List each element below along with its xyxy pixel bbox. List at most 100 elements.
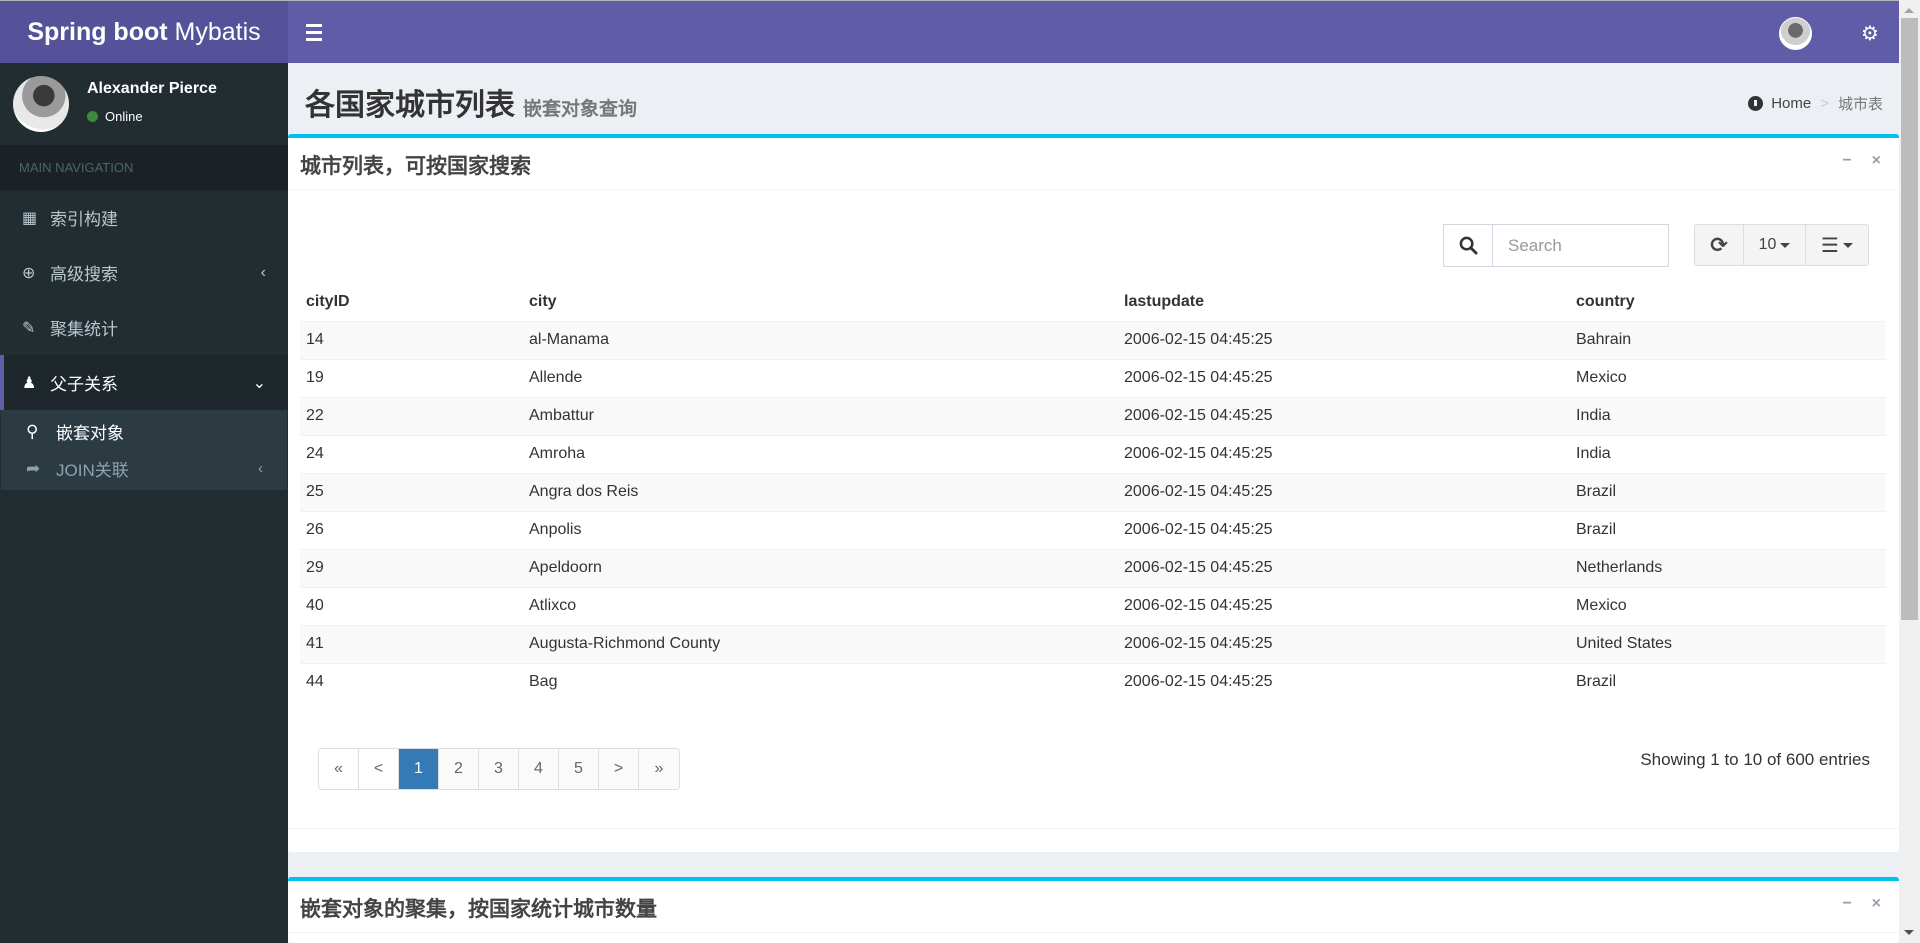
app-logo[interactable]: Spring boot Mybatis — [0, 1, 288, 63]
columns-dropdown[interactable]: ☰ — [1806, 225, 1868, 265]
table-row[interactable]: 29 Apeldoorn 2006-02-15 04:45:25 Netherland… — [300, 548, 1886, 587]
sidebar-item-advanced-search[interactable]: ⊕ 高级搜索 ‹ — [0, 245, 288, 300]
table-row[interactable]: 24 Amroha 2006-02-15 04:45:25 India — [300, 434, 1886, 473]
page-prev-button[interactable]: < — [359, 749, 399, 789]
refresh-button[interactable]: ⟳ — [1695, 225, 1744, 265]
sidebar-toggle-button[interactable] — [288, 1, 340, 63]
table-row[interactable]: 26 Anpolis 2006-02-15 04:45:25 Brazil — [300, 510, 1886, 549]
gears-icon[interactable]: ⚙ — [1855, 19, 1885, 47]
search-input[interactable] — [1493, 225, 1668, 266]
cell-lastupdate: 2006-02-15 04:45:25 — [1118, 510, 1570, 549]
breadcrumb-home-link[interactable]: Home — [1771, 95, 1811, 112]
cell-cityid: 22 — [300, 396, 523, 435]
column-header-city[interactable]: city — [523, 283, 1118, 322]
cell-lastupdate: 2006-02-15 04:45:25 — [1118, 434, 1570, 473]
table-row[interactable]: 44 Bag 2006-02-15 04:45:25 Brazil — [300, 662, 1886, 701]
sidebar-item-label: 高级搜索 — [50, 265, 118, 284]
column-header-lastupdate[interactable]: lastupdate — [1118, 283, 1570, 322]
search-group — [1443, 224, 1669, 267]
scroll-down-arrow-icon[interactable] — [1904, 930, 1914, 935]
main-header: Spring boot Mybatis ⚙ — [0, 0, 1899, 63]
table-row[interactable]: 41 Augusta-Richmond County 2006-02-15 04:4… — [300, 624, 1886, 663]
search-icon — [1459, 236, 1478, 255]
user-menu-avatar[interactable] — [1779, 17, 1812, 50]
table-row[interactable]: 40 Atlixco 2006-02-15 04:45:25 Mexico — [300, 586, 1886, 625]
page-size-value: 10 — [1758, 236, 1777, 253]
close-icon[interactable]: × — [1872, 152, 1881, 170]
users-icon: ♟ — [22, 374, 37, 392]
sidebar-item-label: 聚集统计 — [50, 320, 118, 339]
sidebar-subitem-join[interactable]: ➦ JOIN关联 ‹ — [1, 450, 287, 487]
table-row[interactable]: 25 Angra dos Reis 2006-02-15 04:45:25 Brazi… — [300, 472, 1886, 511]
page-first-button[interactable]: « — [319, 749, 359, 789]
page-button-1[interactable]: 1 — [399, 749, 439, 789]
cell-country: Mexico — [1570, 586, 1886, 625]
search-icon: ⚲ — [26, 421, 39, 441]
cell-lastupdate: 2006-02-15 04:45:25 — [1118, 358, 1570, 397]
table-body: 14 al-Manama 2006-02-15 04:45:25 Bahrain 19 A… — [300, 320, 1886, 701]
table-row[interactable]: 19 Allende 2006-02-15 04:45:25 Mexico — [300, 358, 1886, 397]
box-title: 城市列表，可按国家搜索 — [300, 155, 531, 178]
user-status[interactable]: Online — [87, 109, 143, 124]
cell-cityid: 40 — [300, 586, 523, 625]
scroll-thumb[interactable] — [1901, 18, 1918, 620]
dashboard-icon — [1748, 96, 1764, 111]
cell-cityid: 41 — [300, 624, 523, 663]
page-button-5[interactable]: 5 — [559, 749, 599, 789]
cell-country: Netherlands — [1570, 548, 1886, 587]
search-button[interactable] — [1444, 225, 1493, 266]
table-actions: ⟳ 10 ☰ — [1694, 224, 1869, 266]
column-header-cityid[interactable]: cityID — [300, 283, 523, 322]
breadcrumb-separator: > — [1820, 95, 1829, 112]
sidebar-item-aggregation[interactable]: ✎ 聚集统计 — [0, 300, 288, 355]
cell-cityid: 26 — [300, 510, 523, 549]
sidebar-section-label: MAIN NAVIGATION — [0, 145, 288, 190]
page-button-4[interactable]: 4 — [519, 749, 559, 789]
sidebar-subitem-label: JOIN关联 — [56, 461, 129, 480]
aggregation-box: 嵌套对象的聚集，按国家统计城市数量 − × — [288, 877, 1899, 943]
status-label: Online — [105, 109, 143, 124]
cell-country: Mexico — [1570, 358, 1886, 397]
cell-lastupdate: 2006-02-15 04:45:25 — [1118, 548, 1570, 587]
minimize-icon[interactable]: − — [1842, 152, 1851, 170]
minimize-icon[interactable]: − — [1842, 895, 1851, 913]
cell-country: Brazil — [1570, 510, 1886, 549]
sidebar-subitem-nested-object[interactable]: ⚲ 嵌套对象 — [1, 413, 287, 450]
table-row[interactable]: 22 Ambattur 2006-02-15 04:45:25 India — [300, 396, 1886, 435]
page-last-button[interactable]: » — [639, 749, 679, 789]
cell-cityid: 24 — [300, 434, 523, 473]
cell-lastupdate: 2006-02-15 04:45:25 — [1118, 662, 1570, 701]
page-scrollbar[interactable] — [1899, 0, 1920, 943]
cell-city: Anpolis — [523, 510, 1118, 549]
column-header-country[interactable]: country — [1570, 283, 1886, 322]
city-list-box: 城市列表，可按国家搜索 − × ⟳ 10 ☰ cityI — [288, 134, 1899, 852]
page-next-button[interactable]: > — [599, 749, 639, 789]
sidebar: Alexander Pierce Online MAIN NAVIGATION … — [0, 63, 288, 943]
sidebar-item-parent-child[interactable]: ♟ 父子关系 ⌄ — [0, 355, 288, 410]
sidebar-subitem-label: 嵌套对象 — [56, 424, 124, 443]
cell-lastupdate: 2006-02-15 04:45:25 — [1118, 320, 1570, 359]
edit-icon: ✎ — [22, 319, 36, 337]
cell-lastupdate: 2006-02-15 04:45:25 — [1118, 396, 1570, 435]
cell-cityid: 25 — [300, 472, 523, 511]
page-button-3[interactable]: 3 — [479, 749, 519, 789]
online-status-icon — [87, 111, 98, 122]
page-button-2[interactable]: 2 — [439, 749, 479, 789]
hamburger-icon — [306, 22, 322, 43]
page-size-dropdown[interactable]: 10 — [1744, 225, 1806, 265]
table-row[interactable]: 14 al-Manama 2006-02-15 04:45:25 Bahrain — [300, 320, 1886, 359]
close-icon[interactable]: × — [1872, 895, 1881, 913]
refresh-icon: ⟳ — [1710, 233, 1728, 257]
cell-cityid: 29 — [300, 548, 523, 587]
user-name: Alexander Pierce — [87, 80, 217, 97]
page-subtitle: 嵌套对象查询 — [523, 99, 638, 120]
cell-city: Ambattur — [523, 396, 1118, 435]
sidebar-item-index-build[interactable]: ▦ 索引构建 — [0, 190, 288, 245]
calendar-icon: ▦ — [22, 209, 38, 227]
cell-city: Angra dos Reis — [523, 472, 1118, 511]
page-title-text: 各国家城市列表 — [305, 89, 515, 122]
cell-country: India — [1570, 434, 1886, 473]
scroll-up-arrow-icon[interactable] — [1904, 8, 1914, 13]
page-title: 各国家城市列表 嵌套对象查询 — [305, 80, 637, 124]
search-plus-icon: ⊕ — [22, 264, 36, 282]
